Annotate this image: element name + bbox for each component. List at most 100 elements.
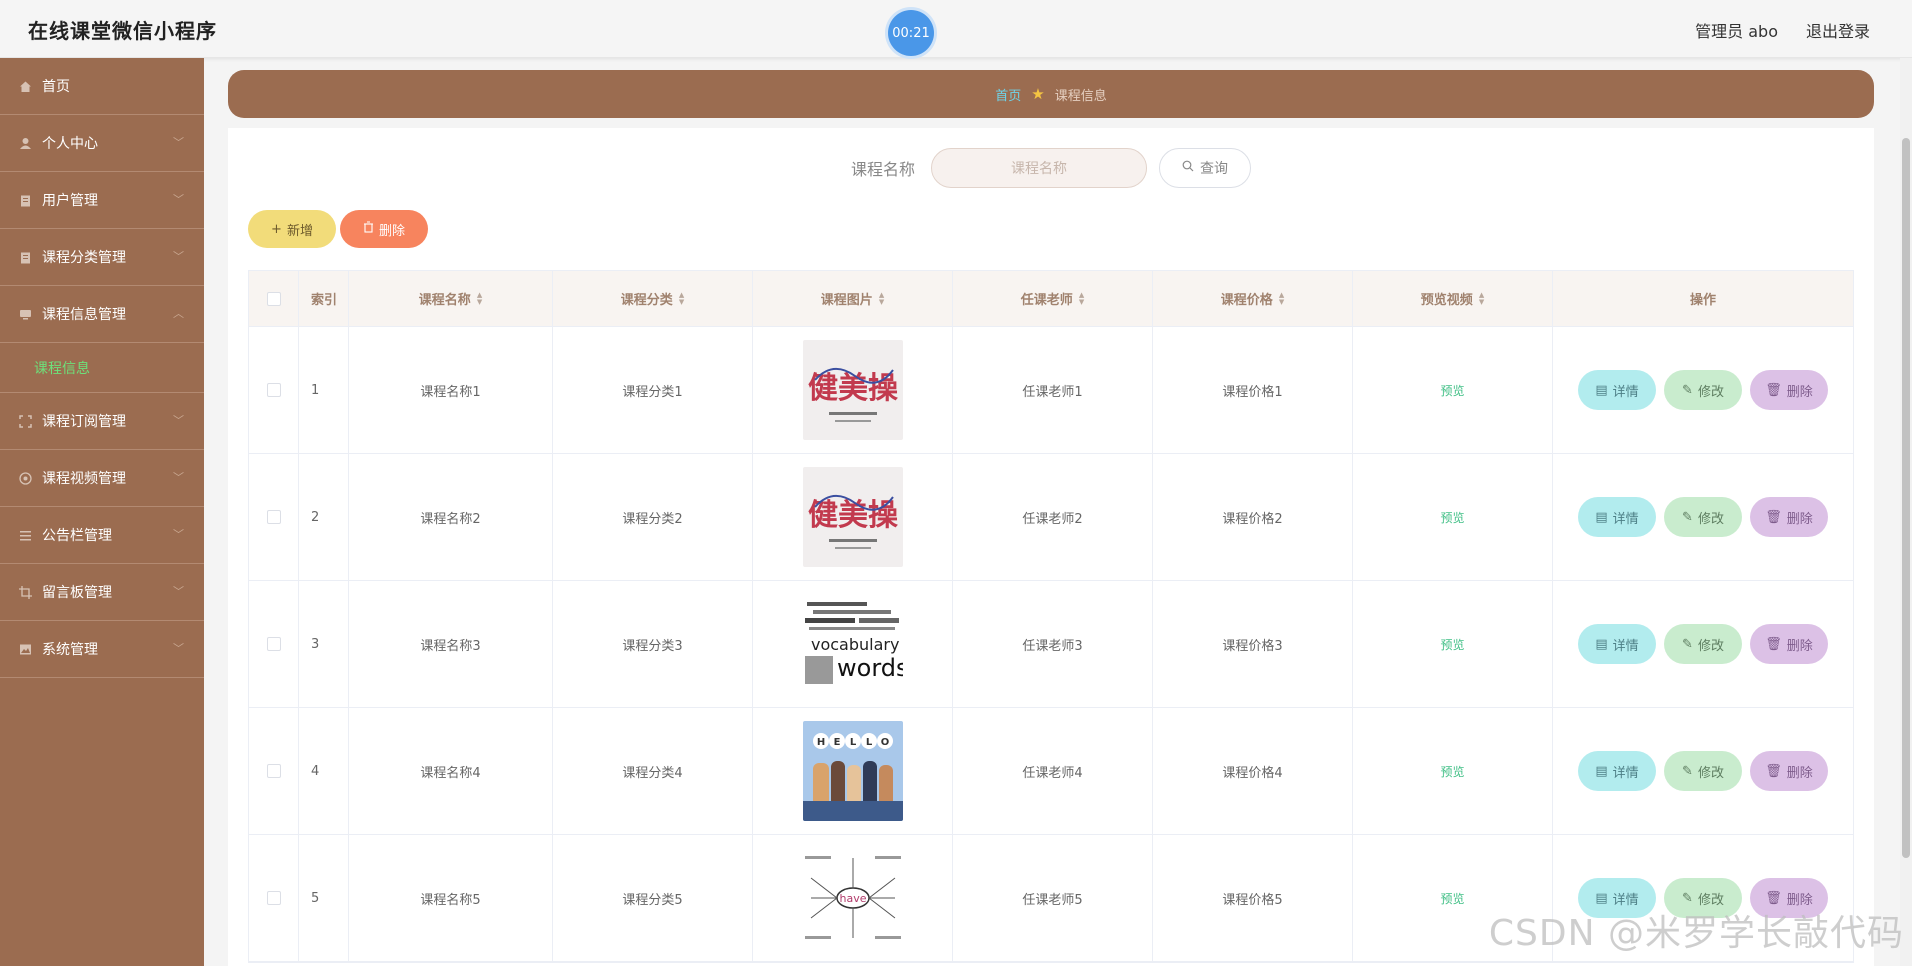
thumb-text-vocabulary: vocabulary <box>811 635 899 654</box>
chevron-up-icon: ︿ <box>173 307 184 320</box>
sidebar-subitem-course-info[interactable]: 课程信息 <box>0 343 204 393</box>
chevron-down-icon: ﹀ <box>173 585 184 598</box>
sidebar: 首页 个人中心 ﹀ 用户管理 ﹀ 课程分类管理 ﹀ 课程信息管理 ︿ 课程信息 … <box>0 58 204 966</box>
select-all-checkbox[interactable] <box>266 291 281 306</box>
delete-button-label: 删除 <box>1786 384 1813 400</box>
delete-button[interactable]: 🗑 删除 <box>1750 370 1828 410</box>
breadcrumb-home-link[interactable]: 首页 <box>995 85 1021 104</box>
row-actions: ▤ 详情 ✎ 修改 🗑 删除 <box>1553 708 1853 834</box>
sort-icon[interactable]: ▲ ▼ <box>1079 291 1084 306</box>
row-index: 1 <box>299 327 349 453</box>
sort-icon[interactable]: ▲ ▼ <box>1479 291 1484 306</box>
aperture-icon <box>18 471 32 485</box>
sidebar-item-course-category[interactable]: 课程分类管理 ﹀ <box>0 229 204 286</box>
admin-user-label: 管理员 abo <box>1695 22 1778 41</box>
sidebar-item-user-management[interactable]: 用户管理 ﹀ <box>0 172 204 229</box>
preview-video-link[interactable]: 预览 <box>1440 509 1464 526</box>
delete-button[interactable]: 🗑 删除 <box>1750 751 1828 791</box>
sort-icon[interactable]: ▲ ▼ <box>1279 291 1284 306</box>
search-button[interactable]: 查询 <box>1159 148 1251 188</box>
row-image-cell: 健美操 <box>753 327 953 453</box>
row-index: 5 <box>299 835 349 961</box>
edit-button[interactable]: ✎ 修改 <box>1664 624 1742 664</box>
main-content: 首页 ★ 课程信息 课程名称 查询 + 新增 删除 <box>228 70 1874 966</box>
row-checkbox[interactable] <box>266 891 281 905</box>
preview-video-link[interactable]: 预览 <box>1440 382 1464 399</box>
select-all-cell <box>249 271 299 326</box>
sort-icon[interactable]: ▲ ▼ <box>477 291 482 306</box>
thumb-text-jianmeicao: 健美操 <box>808 371 899 406</box>
pencil-icon: ✎ <box>1682 636 1693 652</box>
scrollbar-thumb[interactable] <box>1902 138 1910 858</box>
row-index: 3 <box>299 581 349 707</box>
sidebar-item-bulletin[interactable]: 公告栏管理 ﹀ <box>0 507 204 564</box>
row-price: 课程价格5 <box>1153 835 1353 961</box>
sidebar-item-label: 课程分类管理 <box>42 250 126 266</box>
detail-button[interactable]: ▤ 详情 <box>1578 497 1656 537</box>
column-header-image[interactable]: 课程图片 ▲ ▼ <box>753 271 953 326</box>
row-actions: ▤ 详情 ✎ 修改 🗑 删除 <box>1553 327 1853 453</box>
chevron-down-icon: ﹀ <box>173 136 184 149</box>
column-header-label: 课程图片 <box>820 293 873 308</box>
plus-icon: + <box>271 221 282 237</box>
sidebar-item-label: 课程信息管理 <box>42 307 126 323</box>
edit-button[interactable]: ✎ 修改 <box>1664 751 1742 791</box>
sort-icon[interactable]: ▲ ▼ <box>679 291 684 306</box>
sidebar-item-personal-center[interactable]: 个人中心 ﹀ <box>0 115 204 172</box>
preview-video-link[interactable]: 预览 <box>1440 763 1464 780</box>
detail-button[interactable]: ▤ 详情 <box>1578 624 1656 664</box>
column-header-preview-video[interactable]: 预览视频 ▲ ▼ <box>1353 271 1553 326</box>
row-checkbox[interactable] <box>266 764 281 778</box>
row-checkbox[interactable] <box>266 637 281 651</box>
logout-link[interactable]: 退出登录 <box>1806 18 1870 42</box>
column-header-actions: 操作 <box>1689 293 1716 308</box>
row-checkbox[interactable] <box>266 510 281 524</box>
detail-button[interactable]: ▤ 详情 <box>1578 370 1656 410</box>
search-button-label: 查询 <box>1200 161 1228 177</box>
sidebar-item-course-info-management[interactable]: 课程信息管理 ︿ <box>0 286 204 343</box>
row-checkbox[interactable] <box>266 383 281 397</box>
delete-button[interactable]: 🗑 删除 <box>1750 624 1828 664</box>
course-thumbnail-jianmeicao: 健美操 <box>802 340 903 440</box>
row-select-cell <box>249 708 299 834</box>
edit-button-label: 修改 <box>1697 765 1724 781</box>
course-table: 索引 课程名称 ▲ ▼ 课程分类 ▲ ▼ 课程图片 ▲ ▼ 任课老师 ▲ ▼ 课程价格 ▲ ▼ 预览… <box>248 270 1854 963</box>
trash-icon: 🗑 <box>1765 636 1782 652</box>
sidebar-item-home[interactable]: 首页 <box>0 58 204 115</box>
sidebar-item-course-subscription[interactable]: 课程订阅管理 ﹀ <box>0 393 204 450</box>
edit-button[interactable]: ✎ 修改 <box>1664 497 1742 537</box>
edit-button-label: 修改 <box>1697 638 1724 654</box>
delete-button-label: 删除 <box>1786 765 1813 781</box>
column-header-course-name[interactable]: 课程名称 ▲ ▼ <box>349 271 553 326</box>
thumb-letter: L <box>865 737 872 748</box>
delete-button[interactable]: 🗑 删除 <box>1750 497 1828 537</box>
column-header-category[interactable]: 课程分类 ▲ ▼ <box>553 271 753 326</box>
page-scrollbar[interactable] <box>1900 58 1912 966</box>
sidebar-item-label: 个人中心 <box>42 136 98 152</box>
course-name-search-input[interactable] <box>931 148 1147 188</box>
sidebar-item-label: 系统管理 <box>42 642 98 658</box>
batch-delete-button[interactable]: 删除 <box>340 210 428 248</box>
delete-button-label: 删除 <box>378 223 405 239</box>
row-course-name: 课程名称3 <box>349 581 553 707</box>
list-icon <box>18 528 32 542</box>
preview-video-link[interactable]: 预览 <box>1440 636 1464 653</box>
sort-icon[interactable]: ▲ ▼ <box>879 291 884 306</box>
chevron-down-icon: ﹀ <box>173 471 184 484</box>
column-header-price[interactable]: 课程价格 ▲ ▼ <box>1153 271 1353 326</box>
sidebar-item-message-board[interactable]: 留言板管理 ﹀ <box>0 564 204 621</box>
sidebar-item-system[interactable]: 系统管理 ﹀ <box>0 621 204 678</box>
edit-button[interactable]: ✎ 修改 <box>1664 370 1742 410</box>
preview-video-link[interactable]: 预览 <box>1440 890 1464 907</box>
row-image-cell: vocabulary words <box>753 581 953 707</box>
column-header-label: 课程价格 <box>1220 293 1273 308</box>
chevron-down-icon: ﹀ <box>173 528 184 541</box>
detail-button[interactable]: ▤ 详情 <box>1578 751 1656 791</box>
column-header-teacher[interactable]: 任课老师 ▲ ▼ <box>953 271 1153 326</box>
document-icon: ▤ <box>1595 763 1608 779</box>
chevron-down-icon: ﹀ <box>173 193 184 206</box>
sidebar-item-course-video[interactable]: 课程视频管理 ﹀ <box>0 450 204 507</box>
detail-button-label: 详情 <box>1612 384 1639 400</box>
row-image-cell: H E L L O <box>753 708 953 834</box>
add-button[interactable]: + 新增 <box>248 210 336 248</box>
